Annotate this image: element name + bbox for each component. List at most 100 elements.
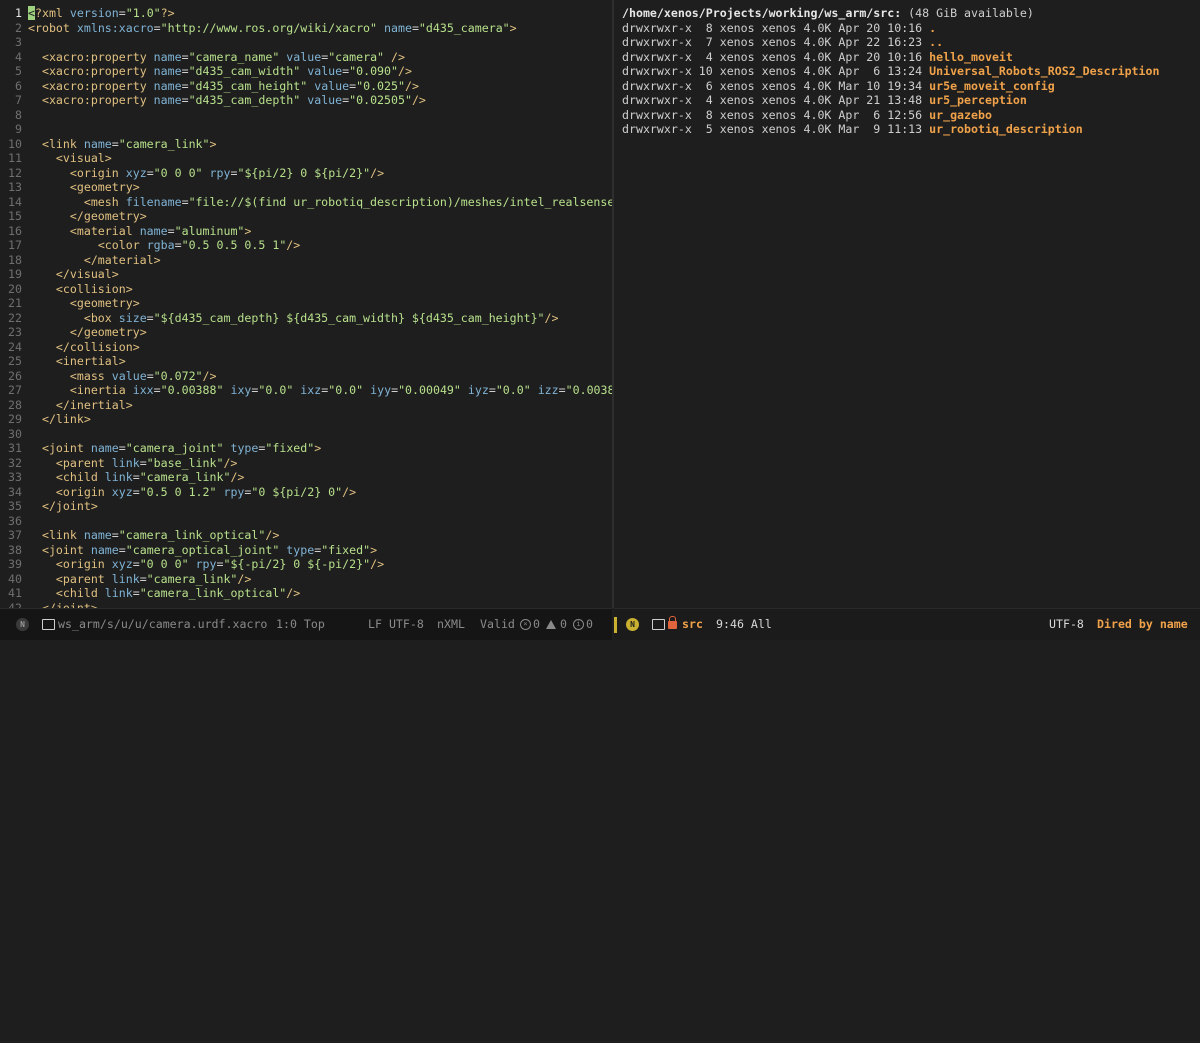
- code-text[interactable]: <geometry>: [28, 296, 140, 311]
- code-text[interactable]: <xacro:property name="camera_name" value…: [28, 50, 405, 65]
- code-text[interactable]: <inertial>: [28, 354, 126, 369]
- code-line[interactable]: 28 </inertial>: [0, 398, 612, 413]
- code-text[interactable]: <link name="camera_link_optical"/>: [28, 528, 279, 543]
- code-text[interactable]: <material name="aluminum">: [28, 224, 252, 239]
- code-text[interactable]: </geometry>: [28, 209, 147, 224]
- code-line[interactable]: 10 <link name="camera_link">: [0, 137, 612, 152]
- code-line[interactable]: 32 <parent link="base_link"/>: [0, 456, 612, 471]
- code-line[interactable]: 37 <link name="camera_link_optical"/>: [0, 528, 612, 543]
- code-text[interactable]: <joint name="camera_optical_joint" type=…: [28, 543, 377, 558]
- code-line[interactable]: 2 <robot xmlns:xacro="http://www.ros.org/…: [0, 21, 612, 36]
- code-line[interactable]: 30: [0, 427, 612, 442]
- buffer-name[interactable]: src: [682, 609, 703, 640]
- code-text[interactable]: <mesh filename="file://$(find ur_robotiq…: [28, 195, 612, 210]
- dired-entry[interactable]: drwxrwxr-x 7 xenos xenos 4.0K Apr 22 16:…: [622, 35, 943, 50]
- code-line[interactable]: 18 </material>: [0, 253, 612, 268]
- code-text[interactable]: </collision>: [28, 340, 140, 355]
- code-line[interactable]: 15 </geometry>: [0, 209, 612, 224]
- dired-pane[interactable]: /home/xenos/Projects/working/ws_arm/src:…: [614, 0, 1200, 608]
- code-line[interactable]: 13 <geometry>: [0, 180, 612, 195]
- code-text[interactable]: <geometry>: [28, 180, 140, 195]
- dired-entry[interactable]: drwxrwxr-x 4 xenos xenos 4.0K Apr 20 10:…: [622, 50, 1013, 65]
- code-line[interactable]: 31 <joint name="camera_joint" type="fixe…: [0, 441, 612, 456]
- entry-name[interactable]: .: [929, 21, 936, 35]
- file-encoding[interactable]: UTF-8: [1049, 609, 1084, 640]
- code-line[interactable]: 9: [0, 122, 612, 137]
- code-line[interactable]: 17 <color rgba="0.5 0.5 0.5 1"/>: [0, 238, 612, 253]
- code-line[interactable]: 24 </collision>: [0, 340, 612, 355]
- code-text[interactable]: <xacro:property name="d435_cam_width" va…: [28, 64, 412, 79]
- code-text[interactable]: <link name="camera_link">: [28, 137, 217, 152]
- code-text[interactable]: <?xml version="1.0"?>: [28, 6, 175, 21]
- code-line[interactable]: 11 <visual>: [0, 151, 612, 166]
- dired-entry[interactable]: drwxrwxr-x 8 xenos xenos 4.0K Apr 20 10:…: [622, 21, 936, 36]
- code-text[interactable]: <parent link="base_link"/>: [28, 456, 238, 471]
- code-text[interactable]: </joint>: [28, 601, 98, 609]
- code-line[interactable]: 26 <mass value="0.072"/>: [0, 369, 612, 384]
- entry-name[interactable]: ur5_perception: [929, 93, 1027, 107]
- code-line[interactable]: 42 </joint>: [0, 601, 612, 609]
- code-line[interactable]: 38 <joint name="camera_optical_joint" ty…: [0, 543, 612, 558]
- code-line[interactable]: 35 </joint>: [0, 499, 612, 514]
- code-line[interactable]: 4 <xacro:property name="camera_name" val…: [0, 50, 612, 65]
- code-line[interactable]: 27 <inertia ixx="0.00388" ixy="0.0" ixz=…: [0, 383, 612, 398]
- entry-name[interactable]: hello_moveit: [929, 50, 1013, 64]
- code-line[interactable]: 3: [0, 35, 612, 50]
- code-line[interactable]: 34 <origin xyz="0.5 0 1.2" rpy="0 ${pi/2…: [0, 485, 612, 500]
- code-text[interactable]: <box size="${d435_cam_depth} ${d435_cam_…: [28, 311, 559, 326]
- code-line[interactable]: 41 <child link="camera_link_optical"/>: [0, 586, 612, 601]
- code-line[interactable]: 33 <child link="camera_link"/>: [0, 470, 612, 485]
- code-text[interactable]: </joint>: [28, 499, 98, 514]
- code-text[interactable]: </inertial>: [28, 398, 133, 413]
- code-line[interactable]: 40 <parent link="camera_link"/>: [0, 572, 612, 587]
- file-encoding[interactable]: LF UTF-8: [368, 609, 424, 640]
- dired-entry[interactable]: drwxrwxr-x 8 xenos xenos 4.0K Apr 6 12:5…: [622, 108, 992, 123]
- code-text[interactable]: <xacro:property name="d435_cam_depth" va…: [28, 93, 426, 108]
- code-text[interactable]: <origin xyz="0 0 0" rpy="${pi/2} 0 ${pi/…: [28, 166, 384, 181]
- code-text[interactable]: </visual>: [28, 267, 119, 282]
- code-text[interactable]: <xacro:property name="d435_cam_height" v…: [28, 79, 419, 94]
- code-text[interactable]: <parent link="camera_link"/>: [28, 572, 251, 587]
- code-line[interactable]: 39 <origin xyz="0 0 0" rpy="${-pi/2} 0 $…: [0, 557, 612, 572]
- major-mode[interactable]: nXML: [437, 609, 465, 640]
- code-line[interactable]: 1 <?xml version="1.0"?>: [0, 6, 612, 21]
- code-line[interactable]: 23 </geometry>: [0, 325, 612, 340]
- code-text[interactable]: <origin xyz="0.5 0 1.2" rpy="0 ${pi/2} 0…: [28, 485, 356, 500]
- code-line[interactable]: 29 </link>: [0, 412, 612, 427]
- dired-entry[interactable]: drwxrwxr-x 4 xenos xenos 4.0K Apr 21 13:…: [622, 93, 1027, 108]
- code-line[interactable]: 8: [0, 108, 612, 123]
- major-mode[interactable]: Dired by name: [1097, 609, 1188, 640]
- code-text[interactable]: <joint name="camera_joint" type="fixed">: [28, 441, 321, 456]
- code-text[interactable]: <color rgba="0.5 0.5 0.5 1"/>: [28, 238, 300, 253]
- xml-editor-pane[interactable]: 1 <?xml version="1.0"?> 2 <robot xmlns:xacr…: [0, 0, 612, 608]
- entry-name[interactable]: ur_robotiq_description: [929, 122, 1083, 136]
- code-text[interactable]: <visual>: [28, 151, 112, 166]
- code-line[interactable]: 14 <mesh filename="file://$(find ur_robo…: [0, 195, 612, 210]
- code-text[interactable]: <collision>: [28, 282, 133, 297]
- dired-entry[interactable]: drwxrwxr-x 5 xenos xenos 4.0K Mar 9 11:1…: [622, 122, 1083, 137]
- code-line[interactable]: 6 <xacro:property name="d435_cam_height"…: [0, 79, 612, 94]
- code-line[interactable]: 36: [0, 514, 612, 529]
- code-text[interactable]: <mass value="0.072"/>: [28, 369, 217, 384]
- code-text[interactable]: <child link="camera_link"/>: [28, 470, 245, 485]
- code-line[interactable]: 25 <inertial>: [0, 354, 612, 369]
- code-text[interactable]: <robot xmlns:xacro="http://www.ros.org/w…: [28, 21, 517, 36]
- entry-name[interactable]: ur5e_moveit_config: [929, 79, 1055, 93]
- code-line[interactable]: 21 <geometry>: [0, 296, 612, 311]
- entry-name[interactable]: Universal_Robots_ROS2_Description: [929, 64, 1159, 78]
- code-line[interactable]: 7 <xacro:property name="d435_cam_depth" …: [0, 93, 612, 108]
- code-text[interactable]: </geometry>: [28, 325, 147, 340]
- code-line[interactable]: 22 <box size="${d435_cam_depth} ${d435_c…: [0, 311, 612, 326]
- dired-entry[interactable]: drwxrwxr-x 10 xenos xenos 4.0K Apr 6 13:…: [622, 64, 1159, 79]
- code-line[interactable]: 12 <origin xyz="0 0 0" rpy="${pi/2} 0 ${…: [0, 166, 612, 181]
- code-line[interactable]: 19 </visual>: [0, 267, 612, 282]
- code-text[interactable]: <inertia ixx="0.00388" ixy="0.0" ixz="0.…: [28, 383, 612, 398]
- buffer-name[interactable]: ws_arm/s/u/u/camera.urdf.xacro: [58, 609, 267, 640]
- code-text[interactable]: </link>: [28, 412, 91, 427]
- code-line[interactable]: 16 <material name="aluminum">: [0, 224, 612, 239]
- code-text[interactable]: </material>: [28, 253, 161, 268]
- code-text[interactable]: <child link="camera_link_optical"/>: [28, 586, 300, 601]
- code-text[interactable]: <origin xyz="0 0 0" rpy="${-pi/2} 0 ${-p…: [28, 557, 384, 572]
- dired-entry[interactable]: drwxrwxr-x 6 xenos xenos 4.0K Mar 10 19:…: [622, 79, 1055, 94]
- code-line[interactable]: 5 <xacro:property name="d435_cam_width" …: [0, 64, 612, 79]
